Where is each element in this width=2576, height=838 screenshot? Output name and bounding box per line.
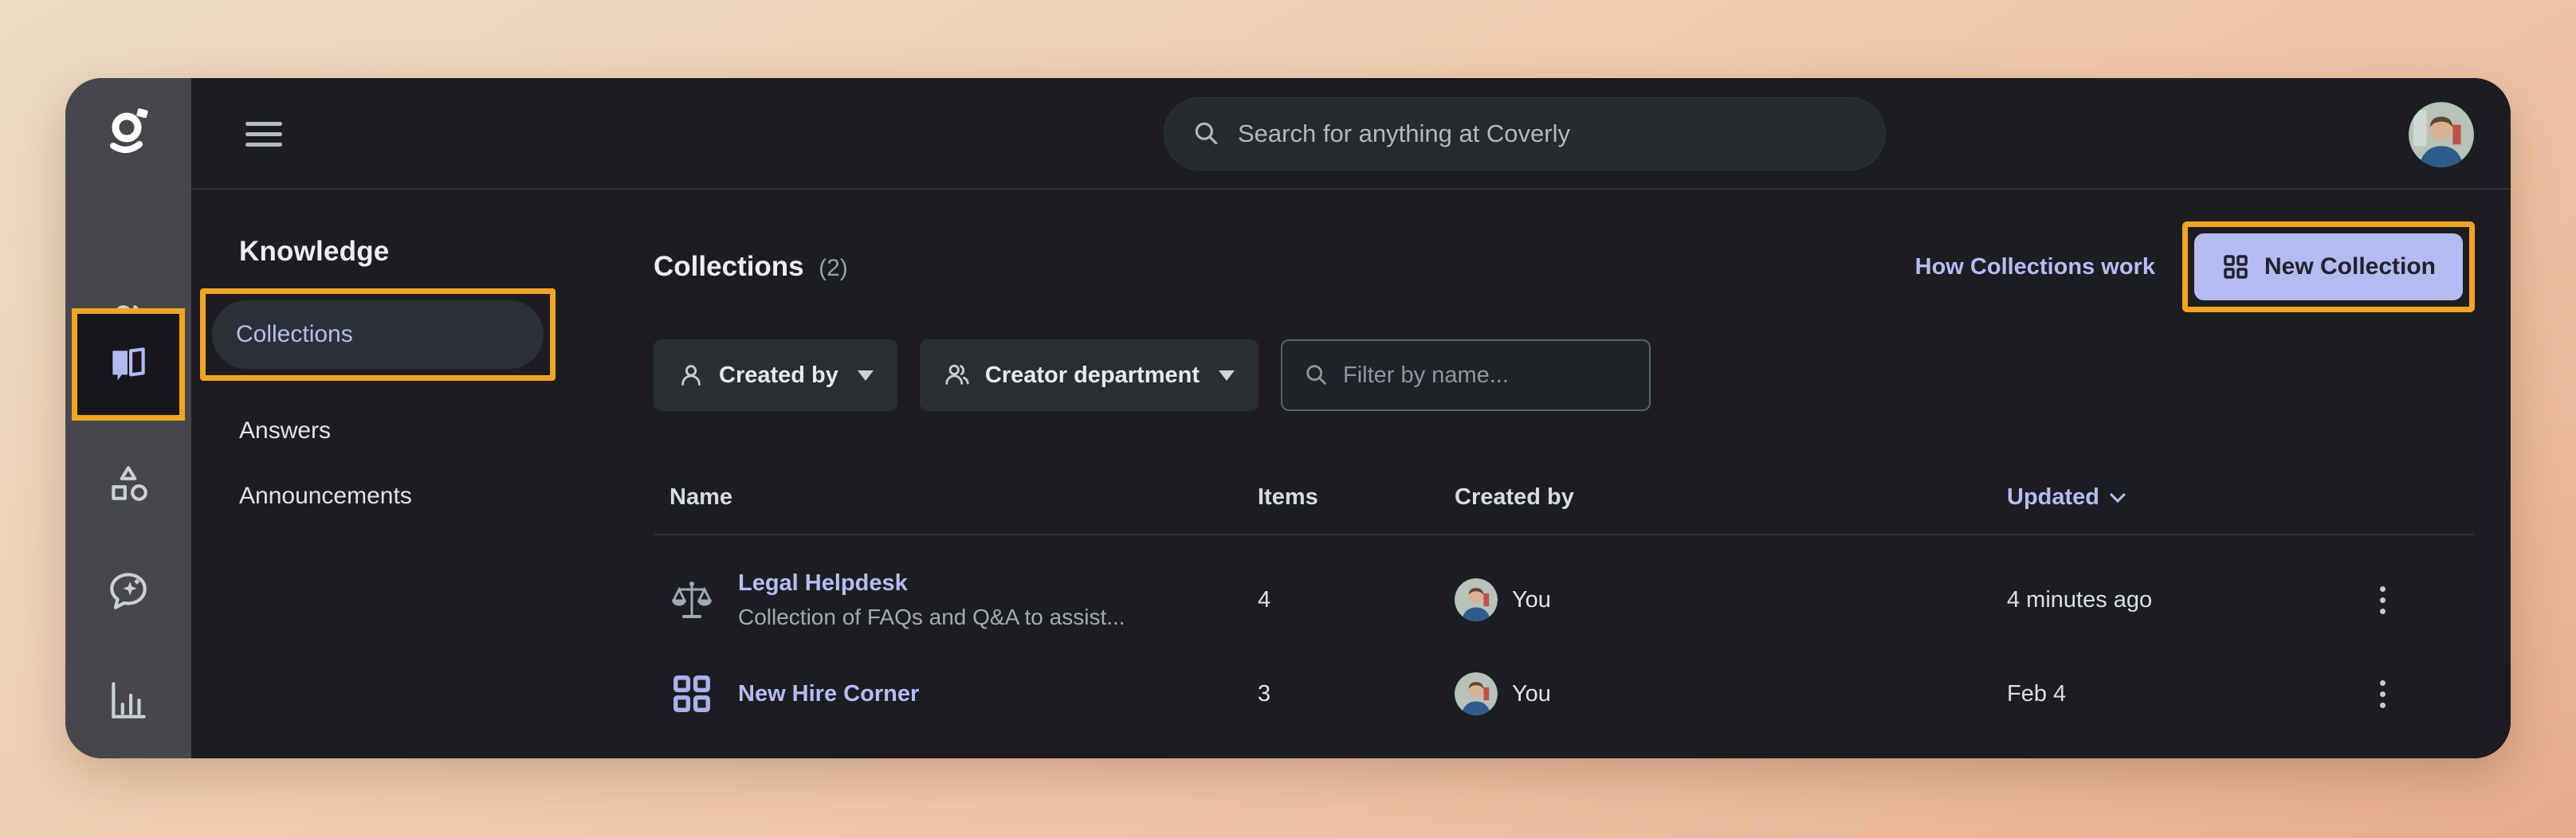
collections-view: Collections (2) How Collections work xyxy=(654,190,2511,758)
book-icon xyxy=(104,340,153,390)
guru-logo[interactable] xyxy=(103,107,154,158)
knowledge-nav-highlight[interactable] xyxy=(72,308,185,421)
row-menu-kebab-icon[interactable] xyxy=(2374,580,2392,621)
created-by-cell: You xyxy=(1455,578,2007,621)
sidebar-item-label: Collections xyxy=(236,321,353,348)
creator-avatar xyxy=(1455,672,1498,715)
global-search[interactable] xyxy=(1164,97,1886,170)
filters-row: Created by Creator department xyxy=(654,339,2475,411)
column-header-updated[interactable]: Updated xyxy=(2007,484,2123,511)
collection-name: Legal Helpdesk xyxy=(738,570,1125,597)
hamburger-menu-icon[interactable] xyxy=(245,118,282,150)
page-title: Collections (2) xyxy=(654,251,848,283)
table-row[interactable]: New Hire Corner 3 xyxy=(654,647,2475,741)
sidebar-item-label: Answers xyxy=(239,417,331,444)
search-icon xyxy=(1303,362,1330,389)
updated-time: 4 minutes ago xyxy=(2007,587,2152,613)
created-by-filter[interactable]: Created by xyxy=(654,339,897,411)
sidebar-item-label: Announcements xyxy=(239,483,412,509)
new-collection-button[interactable]: New Collection xyxy=(2194,233,2463,300)
main-area: Knowledge Collections Answers Announceme… xyxy=(191,78,2511,758)
user-avatar[interactable] xyxy=(2409,102,2474,167)
knowledge-panel-title: Knowledge xyxy=(239,236,654,268)
table-header-row: Name Items Created by Updated xyxy=(654,460,2475,535)
collection-link[interactable]: Legal Helpdesk Collection of FAQs and Q&… xyxy=(654,570,1258,630)
creator-name: You xyxy=(1512,587,1551,613)
table-row[interactable]: Legal Helpdesk Collection of FAQs and Q&… xyxy=(654,553,2475,647)
column-header-items: Items xyxy=(1258,484,1455,511)
creator-department-filter-label: Creator department xyxy=(985,362,1200,389)
column-header-created-by: Created by xyxy=(1455,484,2007,511)
collection-link[interactable]: New Hire Corner xyxy=(654,672,1258,716)
creator-name: You xyxy=(1512,681,1551,707)
created-by-cell: You xyxy=(1455,672,2007,715)
app-window: Knowledge Collections Answers Announceme… xyxy=(65,78,2511,758)
grid-icon xyxy=(670,672,714,716)
content: Knowledge Collections Answers Announceme… xyxy=(191,190,2511,758)
collections-nav-highlight: Collections xyxy=(200,288,556,381)
collections-header: Collections (2) How Collections work xyxy=(654,221,2475,312)
knowledge-panel: Knowledge Collections Answers Announceme… xyxy=(191,190,654,758)
updated-time: Feb 4 xyxy=(2007,681,2066,707)
scales-icon xyxy=(670,578,714,622)
chat-sparkle-icon[interactable] xyxy=(105,568,151,614)
items-count: 3 xyxy=(1258,681,1455,707)
collections-header-actions: How Collections work New Collection xyxy=(1915,221,2475,312)
column-header-name: Name xyxy=(654,484,1258,511)
creator-department-filter[interactable]: Creator department xyxy=(920,339,1259,411)
caret-down-icon xyxy=(1219,370,1235,381)
search-icon xyxy=(1192,119,1222,149)
collection-description: Collection of FAQs and Q&A to assist... xyxy=(738,605,1125,630)
name-filter-input[interactable] xyxy=(1343,362,1628,389)
how-collections-work-link[interactable]: How Collections work xyxy=(1915,254,2155,280)
bar-chart-icon[interactable] xyxy=(105,677,151,723)
creator-avatar xyxy=(1455,578,1498,621)
desktop-background: Knowledge Collections Answers Announceme… xyxy=(0,0,2576,838)
created-by-filter-label: Created by xyxy=(719,362,838,389)
sidebar-item-collections[interactable]: Collections xyxy=(212,300,544,369)
chevron-down-icon xyxy=(2110,487,2126,503)
grid-icon xyxy=(2221,253,2250,281)
items-count: 4 xyxy=(1258,587,1455,613)
people-icon xyxy=(944,362,971,389)
collections-title: Collections xyxy=(654,251,804,282)
sidebar-item-announcements[interactable]: Announcements xyxy=(239,483,654,510)
new-collection-highlight: New Collection xyxy=(2182,221,2475,312)
topbar xyxy=(191,78,2511,190)
shapes-icon[interactable] xyxy=(105,460,151,507)
sidebar-item-answers[interactable]: Answers xyxy=(239,417,654,444)
name-filter[interactable] xyxy=(1281,339,1651,411)
person-icon xyxy=(677,362,705,389)
new-collection-label: New Collection xyxy=(2264,253,2436,280)
collections-table: Name Items Created by Updated xyxy=(654,460,2475,741)
collections-count: (2) xyxy=(819,255,848,281)
collection-name: New Hire Corner xyxy=(738,681,919,707)
app-sidebar xyxy=(65,78,191,758)
row-menu-kebab-icon[interactable] xyxy=(2374,674,2392,715)
global-search-input[interactable] xyxy=(1238,119,1858,148)
caret-down-icon xyxy=(858,370,874,381)
